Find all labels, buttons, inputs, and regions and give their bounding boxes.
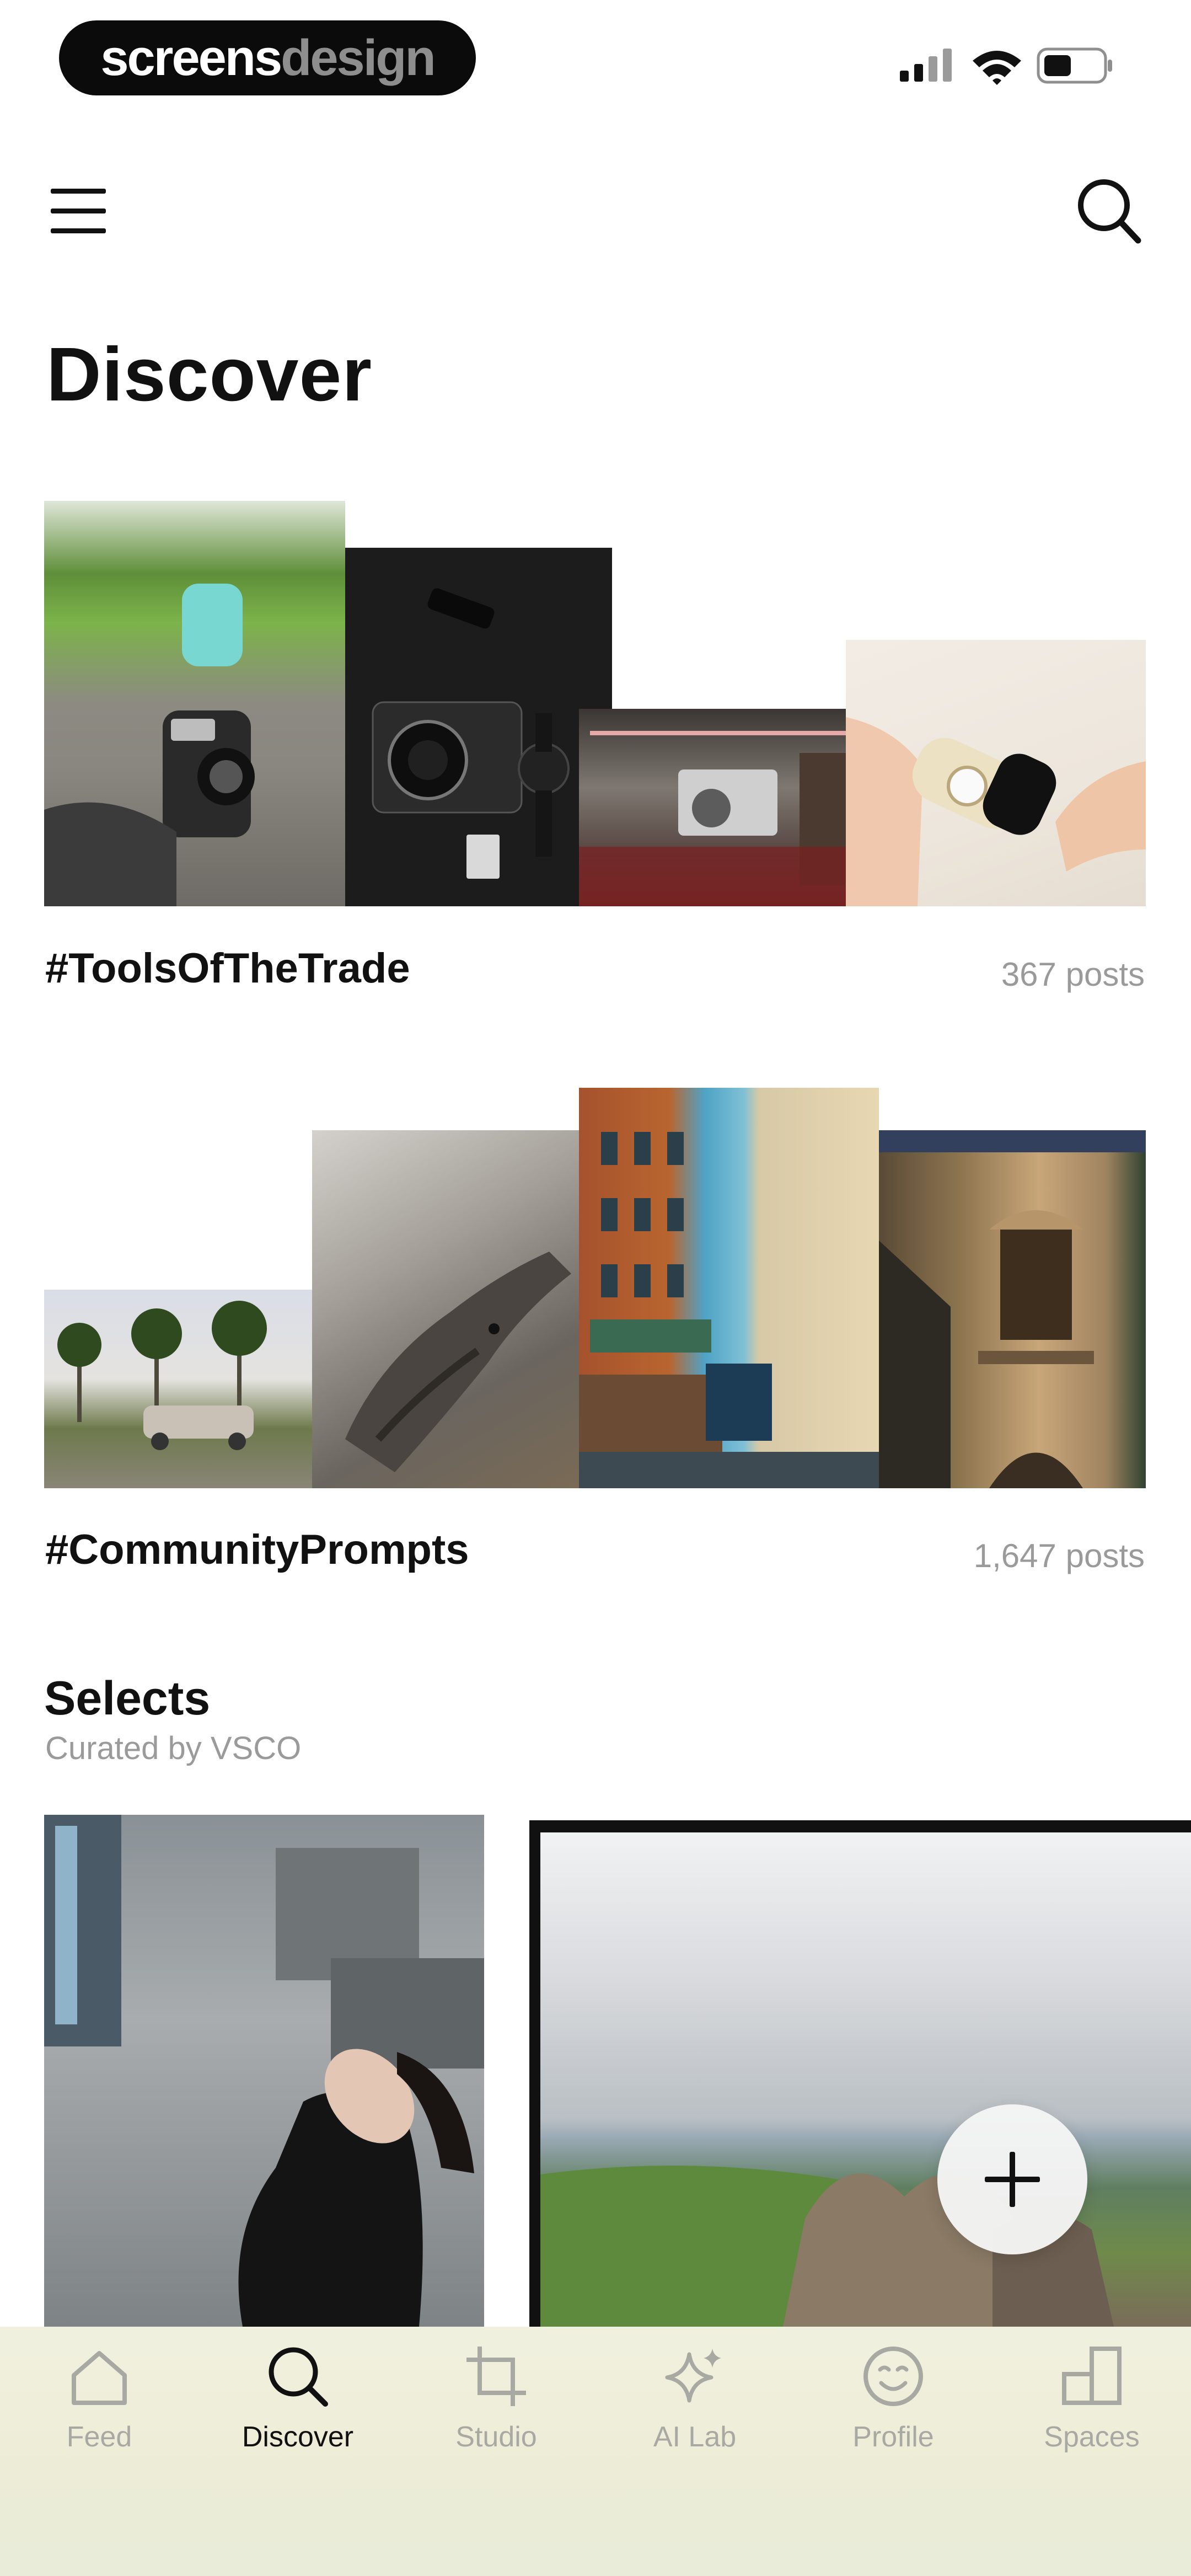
photo-hands-film[interactable] (846, 640, 1146, 906)
bottom-navigation: Feed Discover Studio AI Lab Profile Spac… (0, 2327, 1191, 2576)
nav-ai-lab[interactable]: AI Lab (596, 2327, 794, 2470)
photo-alligator[interactable] (312, 1130, 579, 1488)
nav-studio[interactable]: Studio (397, 2327, 596, 2470)
selects-subtitle: Curated by VSCO (45, 1730, 302, 1766)
sparkle-icon (665, 2349, 721, 2403)
nav-label: Spaces (1044, 2421, 1140, 2453)
photo-camera-store[interactable] (579, 709, 879, 906)
battery-icon (1037, 47, 1112, 84)
nav-label: AI Lab (653, 2421, 737, 2453)
selects-title: Selects (44, 1672, 211, 1725)
plus-icon (985, 2152, 1040, 2207)
photo-city-street[interactable] (579, 1088, 879, 1488)
nav-spaces[interactable]: Spaces (993, 2327, 1191, 2470)
photo-camera-flatlay[interactable] (345, 548, 612, 906)
screensdesign-logo: screens design (59, 20, 476, 95)
crop-icon (466, 2347, 526, 2406)
search-icon (269, 2347, 328, 2407)
tag-title[interactable]: #CommunityPrompts (45, 1526, 469, 1574)
tag-title[interactable]: #ToolsOfTheTrade (45, 944, 410, 992)
tag-count: 1,647 posts (973, 1537, 1145, 1574)
page-title: Discover (46, 332, 372, 417)
photo-palms-car[interactable] (44, 1290, 345, 1488)
nav-feed[interactable]: Feed (0, 2327, 198, 2470)
spaces-icon (1062, 2347, 1122, 2405)
nav-discover[interactable]: Discover (198, 2327, 397, 2470)
photo-coastline[interactable] (529, 1820, 1191, 2327)
photo-camera-garden[interactable] (44, 501, 345, 906)
menu-icon[interactable] (49, 184, 108, 237)
home-icon (72, 2351, 127, 2405)
create-post-button[interactable] (937, 2104, 1087, 2254)
smiley-icon (863, 2347, 923, 2406)
nav-label: Profile (852, 2421, 934, 2453)
nav-profile[interactable]: Profile (794, 2327, 993, 2470)
photo-baroque-building[interactable] (879, 1130, 1146, 1488)
search-icon[interactable] (1075, 177, 1141, 244)
photo-woman-concrete[interactable] (44, 1815, 484, 2327)
nav-label: Studio (455, 2421, 537, 2453)
signal-icon (900, 49, 952, 82)
tag-count: 367 posts (1001, 956, 1145, 993)
wifi-icon (973, 51, 1021, 85)
nav-label: Discover (242, 2421, 354, 2453)
nav-label: Feed (66, 2421, 132, 2453)
